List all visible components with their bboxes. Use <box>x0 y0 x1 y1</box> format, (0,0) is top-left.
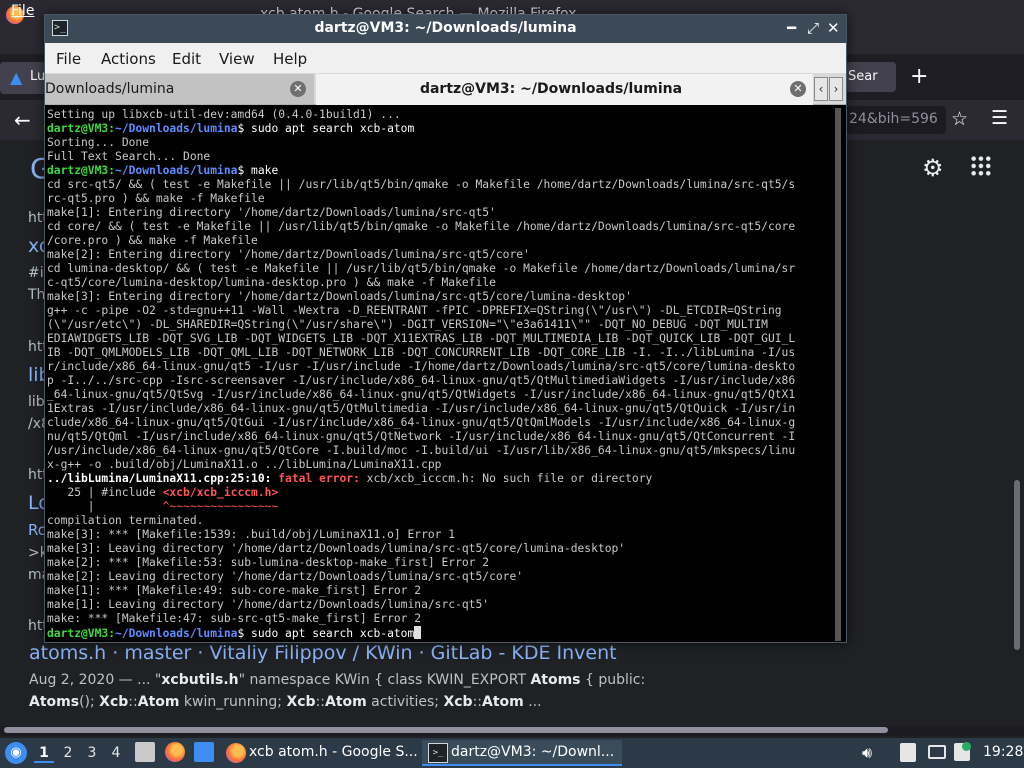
start-menu-icon[interactable]: ◉ <box>5 742 27 764</box>
updates-badge <box>962 742 971 751</box>
terminal-line: 25 | #include <xcb/xcb_icccm.h> <box>47 486 279 499</box>
terminal-line: cd core/ && ( test -e Makefile || /usr/l… <box>47 220 796 233</box>
terminal-line: Setting up libxcb-util-dev:amd64 (0.4.0-… <box>47 108 401 121</box>
terminal-line: /usr/include/x86_64-linux-gnu/qt5/QtCore… <box>47 444 796 457</box>
terminal-line: make[3]: Leaving directory '/home/dartz/… <box>47 542 626 555</box>
terminal-menubar <box>45 43 846 73</box>
volume-icon[interactable]: 🔊︎ <box>862 743 872 763</box>
workspace-1[interactable]: 1 <box>34 743 54 763</box>
terminal-output[interactable]: Setting up libxcb-util-dev:amd64 (0.4.0-… <box>47 108 819 643</box>
bookmark-star-icon[interactable]: ☆ <box>951 108 968 130</box>
terminal-line: cd src-qt5/ && ( test -e Makefile || /us… <box>47 178 796 191</box>
terminal-line: clude/x86_64-linux-gnu/qt5/QtGui -I/usr/… <box>47 416 796 429</box>
clock[interactable]: 19:28 <box>983 744 1023 760</box>
network-icon[interactable] <box>928 745 946 759</box>
terminal-line: g++ -c -pipe -O2 -std=gnu++11 -Wall -Wex… <box>47 304 782 317</box>
tab-scroll-right-icon[interactable]: › <box>829 77 843 101</box>
terminal-line: dartz@VM3:~/Downloads/lumina$ make <box>47 164 279 177</box>
menu-edit[interactable]: Edit <box>172 50 201 68</box>
terminal-line: IB -DQT_QMLMODELS_LIB -DQT_QML_LIB -DQT_… <box>47 346 796 359</box>
terminal-line: Full Text Search... Done <box>47 150 211 163</box>
terminal-line: (\"/usr/etc\") -DL_SHAREDIR=QString(\"/u… <box>47 318 768 331</box>
terminal-line: make[1]: Leaving directory '/home/dartz/… <box>47 598 490 611</box>
terminal-cursor <box>414 626 422 639</box>
terminal-line: p -I../../src-cpp -Isrc-screensaver -I/u… <box>47 374 796 387</box>
file-manager-icon[interactable] <box>135 742 155 762</box>
task-terminal-label: dartz@VM3: ~/Downl... <box>451 744 615 760</box>
firefox-tab-right-label: Sear <box>848 69 878 84</box>
terminal-line: make[3]: *** [Makefile:1539: .build/obj/… <box>47 528 456 541</box>
back-arrow-icon[interactable]: ← <box>14 108 31 132</box>
workspace-4[interactable]: 4 <box>106 743 126 763</box>
task-terminal-icon: >_ <box>428 743 448 763</box>
apps-grid-icon[interactable] <box>970 155 992 177</box>
terminal-line: dartz@VM3:~/Downloads/lumina$ sudo apt s… <box>47 122 415 135</box>
workspace-2[interactable]: 2 <box>58 743 78 763</box>
terminal-line: ../libLumina/LuminaX11.cpp:25:10: fatal … <box>47 472 653 485</box>
terminal-window-title: dartz@VM3: ~/Downloads/lumina <box>314 20 577 36</box>
terminal-line: cd lumina-desktop/ && ( test -e Makefile… <box>47 262 796 275</box>
terminal-line: compilation terminated. <box>47 514 204 527</box>
terminal-line: 1Extras -I/usr/include/x86_64-linux-gnu/… <box>47 402 796 415</box>
terminal-window: >_ dartz@VM3: ~/Downloads/lumina ━ ⤢ ✕ F… <box>44 14 847 643</box>
show-desktop-icon[interactable] <box>194 742 214 762</box>
workspace-3[interactable]: 3 <box>82 743 102 763</box>
menu-help[interactable]: Help <box>273 50 307 68</box>
tab-1-close-icon[interactable]: ✕ <box>290 81 306 97</box>
maximize-icon[interactable]: ⤢ <box>807 19 819 37</box>
terminal-line: make[1]: Entering directory '/home/dartz… <box>47 206 496 219</box>
firefox-tab-left-label: Lu <box>30 69 46 84</box>
arch-logo-icon: ▲ <box>10 68 23 87</box>
terminal-tab-1-label: Downloads/lumina <box>45 81 175 97</box>
gear-icon[interactable]: ⚙ <box>922 154 944 182</box>
terminal-line: make[2]: *** [Makefile:53: sub-lumina-de… <box>47 556 490 569</box>
terminal-line: make[2]: Entering directory '/home/dartz… <box>47 248 530 261</box>
terminal-tab-2-label: dartz@VM3: ~/Downloads/lumina <box>419 81 683 97</box>
terminal-line: c-qt5/core/lumina-desktop/lumina-desktop… <box>47 276 496 289</box>
firefox-menu-file[interactable]: File <box>11 3 34 19</box>
terminal-scrollbar[interactable] <box>835 108 841 641</box>
search-result-snippet-2: Atoms(); Xcb::Atom kwin_running; Xcb::At… <box>29 694 542 710</box>
terminal-line: make[3]: Entering directory '/home/dartz… <box>47 290 632 303</box>
hamburger-menu-icon[interactable]: ☰ <box>991 107 1008 129</box>
new-tab-button[interactable]: + <box>910 64 928 89</box>
firefox-launcher-icon[interactable] <box>165 742 185 762</box>
page-horizontal-scrollbar[interactable] <box>4 727 888 733</box>
terminal-line: make[1]: *** [Makefile:49: sub-core-make… <box>47 584 422 597</box>
terminal-line: | ^~~~~~~~~~~~~~~~~ <box>47 500 279 513</box>
terminal-line: _64-linux-gnu/qt5/QtSvg -I/usr/include/x… <box>47 388 796 401</box>
terminal-line: rc-qt5.pro ) && make -f Makefile <box>47 192 265 205</box>
terminal-line: r/include/x86_64-linux-gnu/qt5 -I/usr -I… <box>47 360 796 373</box>
terminal-line: dartz@VM3:~/Downloads/lumina$ sudo apt s… <box>47 626 819 640</box>
url-bar-text: 24&bih=596 <box>849 111 938 127</box>
close-icon[interactable]: ✕ <box>827 19 840 37</box>
minimize-icon[interactable]: ━ <box>787 19 796 37</box>
search-result-title[interactable]: atoms.h · master · Vitaliy Filippov / KW… <box>29 642 617 664</box>
menu-file[interactable]: File <box>56 50 81 68</box>
page-vertical-scrollbar[interactable] <box>1014 480 1020 650</box>
terminal-line: Sorting... Done <box>47 136 150 149</box>
tab-scroll-left-icon[interactable]: ‹ <box>814 77 828 101</box>
tab-2-close-icon[interactable]: ✕ <box>790 81 806 97</box>
terminal-line: make: *** [Makefile:47: sub-src-qt5-make… <box>47 612 422 625</box>
terminal-line: EDIAWIDGETS_LIB -DQT_SVG_LIB -DQT_WIDGET… <box>47 332 796 345</box>
menu-actions[interactable]: Actions <box>101 50 156 68</box>
search-result-snippet-1: Aug 2, 2020 — ... "xcbutils.h" namespace… <box>29 672 646 688</box>
menu-view[interactable]: View <box>219 50 255 68</box>
task-firefox-label: xcb atom.h - Google S... <box>249 744 418 760</box>
terminal-line: make[2]: Leaving directory '/home/dartz/… <box>47 570 524 583</box>
task-firefox-icon <box>226 743 246 763</box>
clipboard-icon[interactable] <box>900 743 916 762</box>
terminal-line: nu/qt5/QtQml -I/usr/include/x86_64-linux… <box>47 430 796 443</box>
terminal-line: /core.pro ) && make -f Makefile <box>47 234 258 247</box>
terminal-line: x-g++ -o .build/obj/LuminaX11.o ../libLu… <box>47 458 442 471</box>
